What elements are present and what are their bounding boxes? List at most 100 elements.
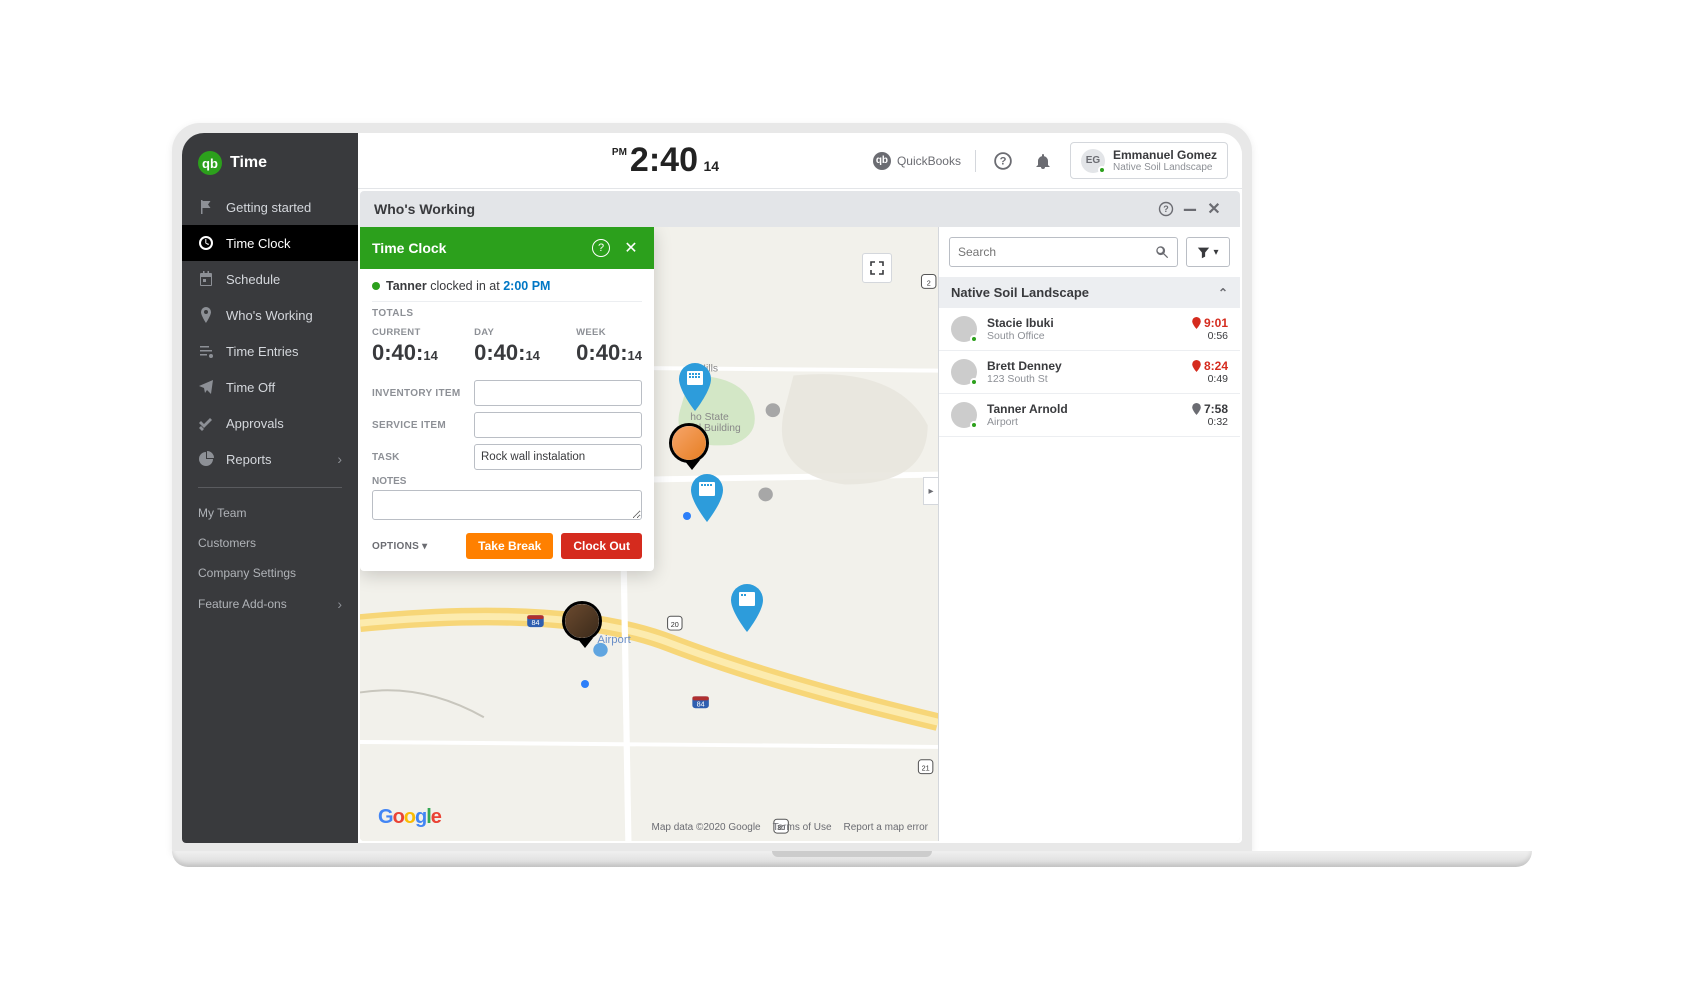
task-input[interactable]	[474, 444, 642, 470]
user-company: Native Soil Landscape	[1113, 162, 1217, 173]
nav-approvals[interactable]: Approvals	[182, 405, 358, 441]
filter-icon	[1197, 246, 1210, 259]
whos-working-panel: Who's Working ? ‒ ✕	[360, 191, 1240, 841]
group-header[interactable]: Native Soil Landscape ⌃	[939, 277, 1240, 308]
clock-icon	[198, 235, 214, 251]
brand-name: Time	[230, 154, 267, 172]
map-bluedot	[581, 680, 589, 688]
employee-avatar	[951, 359, 977, 385]
map-report-link[interactable]: Report a map error	[844, 822, 928, 833]
map-location-pin[interactable]	[727, 584, 767, 632]
time-clock-help-button[interactable]: ?	[592, 239, 610, 257]
user-menu[interactable]: EG Emmanuel Gomez Native Soil Landscape	[1070, 142, 1228, 179]
map-employee-pin[interactable]	[669, 423, 715, 479]
options-button[interactable]: OPTIONS ▾	[372, 541, 427, 552]
chevron-right-icon: ›	[337, 451, 342, 467]
nav-whos-working[interactable]: Who's Working	[182, 297, 358, 333]
panel-close-button[interactable]: ✕	[1202, 197, 1226, 221]
pin-icon	[1192, 403, 1201, 415]
time-clock-close-button[interactable]: ✕	[620, 237, 642, 259]
employee-duration: 0:32	[1192, 416, 1228, 428]
totals-label: TOTALS	[372, 301, 642, 323]
map-location-pin[interactable]	[675, 363, 715, 411]
chevron-right-icon: ›	[337, 596, 342, 612]
nav-feature-addons[interactable]: Feature Add-ons›	[182, 588, 358, 620]
employee-time-in: 8:24	[1192, 359, 1228, 373]
nav-time-off[interactable]: Time Off	[182, 369, 358, 405]
nav-label: Time Off	[226, 380, 275, 395]
nav-label: Time Entries	[226, 344, 298, 359]
nav-my-team[interactable]: My Team	[182, 498, 358, 528]
map-terms-link[interactable]: Terms of Use	[773, 822, 832, 833]
nav-primary: Getting started Time Clock Schedule Who'…	[182, 189, 358, 477]
employee-row[interactable]: Tanner ArnoldAirport 7:580:32	[939, 394, 1240, 437]
quickbooks-icon: qb	[873, 152, 891, 170]
map-expand-tab[interactable]: ▸	[923, 477, 938, 505]
pin-icon	[1192, 360, 1201, 372]
employee-row[interactable]: Brett Denney123 South St 8:240:49	[939, 351, 1240, 394]
nav-label: Approvals	[226, 416, 284, 431]
quickbooks-link[interactable]: qb QuickBooks	[873, 152, 961, 170]
employee-row[interactable]: Stacie IbukiSouth Office 9:010:56	[939, 308, 1240, 351]
inventory-input[interactable]	[474, 380, 642, 406]
notifications-button[interactable]	[1030, 148, 1056, 174]
search-box[interactable]	[949, 237, 1178, 267]
service-input[interactable]	[474, 412, 642, 438]
svg-text:20: 20	[671, 621, 679, 629]
search-input[interactable]	[958, 245, 1155, 259]
nav-time-entries[interactable]: Time Entries	[182, 333, 358, 369]
panel-minimize-button[interactable]: ‒	[1178, 197, 1202, 221]
nav-getting-started[interactable]: Getting started	[182, 189, 358, 225]
nav-customers[interactable]: Customers	[182, 528, 358, 558]
status-dot	[372, 282, 380, 290]
pin-icon	[198, 307, 214, 323]
checks-icon	[198, 415, 214, 431]
employee-time-in: 9:01	[1192, 316, 1228, 330]
totals-row: CURRENT0:40:14 DAY0:40:14 WEEK0:40:14	[372, 323, 642, 374]
nav-schedule[interactable]: Schedule	[182, 261, 358, 297]
chevron-up-icon: ⌃	[1218, 286, 1228, 300]
panel-help-button[interactable]: ?	[1154, 197, 1178, 221]
nav-label: Getting started	[226, 200, 311, 215]
map-fullscreen-button[interactable]	[862, 253, 892, 283]
map-employee-pin[interactable]	[562, 601, 608, 657]
svg-text:21: 21	[922, 765, 930, 773]
notes-input[interactable]	[372, 490, 642, 520]
map-view[interactable]: Airport ho State tol Building Hills ge 8…	[360, 227, 938, 841]
panel-title: Who's Working	[374, 201, 475, 217]
brand: qb Time	[182, 133, 358, 189]
pie-icon	[198, 451, 214, 467]
quickbooks-label: QuickBooks	[897, 154, 961, 168]
nav-label: Schedule	[226, 272, 280, 287]
time-clock-card: Time Clock ? ✕ Tanner clocked in at 2:00…	[360, 227, 654, 571]
divider	[975, 150, 976, 172]
employee-time-in: 7:58	[1192, 402, 1228, 416]
task-label: TASK	[372, 452, 466, 463]
employee-location: Airport	[987, 416, 1182, 428]
pin-icon	[1192, 317, 1201, 329]
svg-text:84: 84	[531, 619, 539, 627]
map-credits: Map data ©2020 Google Terms of Use Repor…	[651, 822, 928, 833]
employee-duration: 0:49	[1192, 373, 1228, 385]
take-break-button[interactable]: Take Break	[466, 533, 553, 559]
filter-button[interactable]: ▾	[1186, 237, 1230, 267]
user-avatar: EG	[1081, 149, 1105, 173]
nav-time-clock[interactable]: Time Clock	[182, 225, 358, 261]
nav-reports[interactable]: Reports ›	[182, 441, 358, 477]
nav-label: Time Clock	[226, 236, 291, 251]
user-name: Emmanuel Gomez	[1113, 148, 1217, 162]
map-location-pin[interactable]	[687, 474, 727, 522]
help-button[interactable]: ?	[990, 148, 1016, 174]
svg-text:84: 84	[697, 700, 705, 708]
caret-down-icon: ▾	[1213, 247, 1218, 258]
sidebar: qb Time Getting started Time Clock Sched…	[182, 133, 358, 843]
svg-text:?: ?	[1163, 204, 1169, 214]
employee-location: South Office	[987, 330, 1182, 342]
topbar-clock: PM2:40 14	[458, 141, 873, 180]
employee-name: Tanner Arnold	[987, 402, 1182, 416]
nav-company-settings[interactable]: Company Settings	[182, 558, 358, 588]
group-name: Native Soil Landscape	[951, 285, 1089, 300]
search-icon	[1155, 245, 1169, 259]
nav-label: Reports	[226, 452, 325, 467]
clock-out-button[interactable]: Clock Out	[561, 533, 642, 559]
